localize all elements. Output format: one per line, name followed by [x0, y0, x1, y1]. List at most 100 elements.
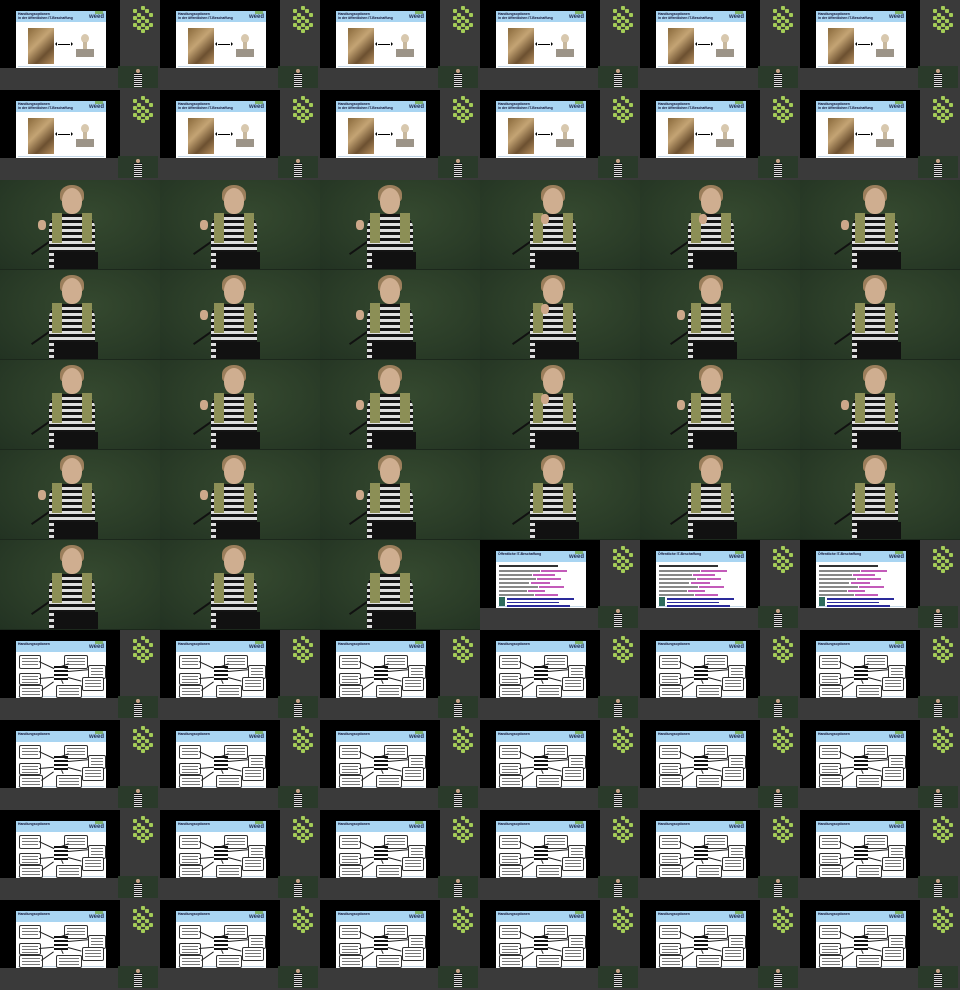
speaker-figure	[454, 789, 462, 807]
stamp-base	[556, 49, 574, 57]
speaker-scarf	[244, 393, 254, 423]
diagram-box	[402, 677, 424, 691]
speaker-hand	[200, 490, 208, 500]
lectern	[216, 432, 260, 450]
video-frame-thumbnail	[640, 450, 800, 540]
speaker-hand	[200, 400, 208, 410]
slide-title: Öffentliche IT-Beschaffung	[658, 552, 702, 556]
weed-brand-text: weed	[888, 104, 904, 110]
lectern	[216, 252, 260, 270]
diagram-box	[856, 865, 882, 878]
slide-screen: Handlungsoptionen weed	[816, 911, 906, 968]
weed-brand-text: weed	[408, 824, 424, 830]
slide-screen: Handlungsoptionen weed	[176, 731, 266, 788]
diagram-box	[562, 857, 584, 871]
diagram-connector	[39, 946, 55, 949]
diagram-box	[536, 865, 562, 878]
diagram-connector	[678, 841, 695, 849]
weed-logo-icon	[611, 96, 633, 124]
diagram-box	[722, 767, 744, 781]
diagram-connector	[199, 766, 215, 769]
diagram-connector	[548, 849, 568, 852]
diagram-connector	[547, 677, 562, 682]
diagram-box	[179, 685, 203, 698]
slide-footer	[818, 66, 904, 67]
slide-screen: Handlungsoptionen weed	[176, 911, 266, 968]
weed-logo-icon	[131, 726, 153, 754]
slide-title: Handlungsoptionen	[338, 642, 370, 646]
rubber-stamp-icon	[556, 124, 574, 148]
speaker-figure	[134, 69, 142, 87]
speaker-figure	[134, 699, 142, 717]
video-frame-thumbnail: Handlungsoptionen in der öffentlichen IT…	[800, 90, 960, 180]
diagram-connector	[707, 677, 722, 682]
diagram-connector	[221, 680, 224, 684]
slide-footer	[178, 66, 264, 67]
speaker-figure	[294, 969, 302, 987]
diagram-box	[19, 685, 43, 698]
diagram-connector	[868, 669, 888, 672]
speaker-hand	[356, 490, 364, 500]
diagram-box	[179, 853, 201, 865]
speaker-inset	[758, 786, 798, 808]
slide-title: Handlungsoptionen	[178, 912, 210, 916]
diagram-box	[19, 673, 41, 685]
diagram-connector	[867, 767, 882, 772]
diagram-connector	[541, 860, 544, 864]
speaker-figure	[294, 159, 302, 177]
weed-logo-icon	[611, 816, 633, 844]
stamp-base	[876, 139, 894, 147]
diagram-connector	[61, 680, 64, 684]
archive-photo	[508, 28, 534, 64]
speaker-head	[701, 368, 721, 394]
speaker-head	[380, 458, 400, 484]
diagram-box	[216, 955, 242, 968]
speaker-figure	[294, 699, 302, 717]
double-arrow-icon	[535, 42, 553, 46]
lectern	[535, 342, 579, 360]
diagram-box	[242, 767, 264, 781]
slide-screen: Handlungsoptionen in der öffentlichen IT…	[816, 101, 906, 158]
video-frame-thumbnail	[800, 270, 960, 360]
slide-screen: Öffentliche IT-Beschaffung weed	[496, 551, 586, 608]
weed-logo-icon	[291, 96, 313, 124]
speaker-figure	[934, 159, 942, 177]
speaker-figure	[934, 69, 942, 87]
diagram-connector	[701, 680, 704, 684]
diagram-connector	[518, 931, 535, 939]
speaker-scarf	[214, 213, 224, 243]
double-arrow-icon	[695, 42, 713, 46]
slide-footer	[338, 156, 424, 157]
speaker-scarf	[400, 393, 410, 423]
slide-title: Handlungsoptionen in der öffentlichen IT…	[818, 102, 873, 110]
speaker-scarf	[563, 393, 573, 423]
slide-footer	[18, 156, 104, 157]
weed-logo-icon	[771, 726, 793, 754]
diagram-connector	[387, 857, 402, 862]
diagram-connector	[708, 759, 728, 762]
diagram-box	[179, 835, 201, 849]
slide-title: Handlungsoptionen in der öffentlichen IT…	[658, 12, 713, 20]
weed-brand-text: weed	[888, 824, 904, 830]
speaker-figure	[774, 969, 782, 987]
diagram-box	[82, 677, 104, 691]
lectern	[54, 342, 98, 360]
speaker-scarf	[52, 213, 62, 243]
stamp-base	[876, 49, 894, 57]
speaker-scarf	[855, 483, 865, 513]
speaker-scarf	[82, 483, 92, 513]
bullet-list	[499, 565, 583, 598]
speaker-figure	[294, 69, 302, 87]
speaker-figure	[934, 699, 942, 717]
diagram-box	[499, 745, 521, 759]
weed-logo-icon	[451, 816, 473, 844]
lectern	[54, 432, 98, 450]
video-frame-thumbnail: Handlungsoptionen weed	[800, 810, 960, 900]
archive-photo	[348, 28, 374, 64]
weed-brand-text: weed	[248, 644, 264, 650]
diagram-center-label	[534, 666, 548, 680]
diagram-box	[819, 745, 841, 759]
diagram-center-label	[374, 936, 388, 950]
diagram-box	[819, 865, 843, 878]
lectern	[693, 522, 737, 540]
